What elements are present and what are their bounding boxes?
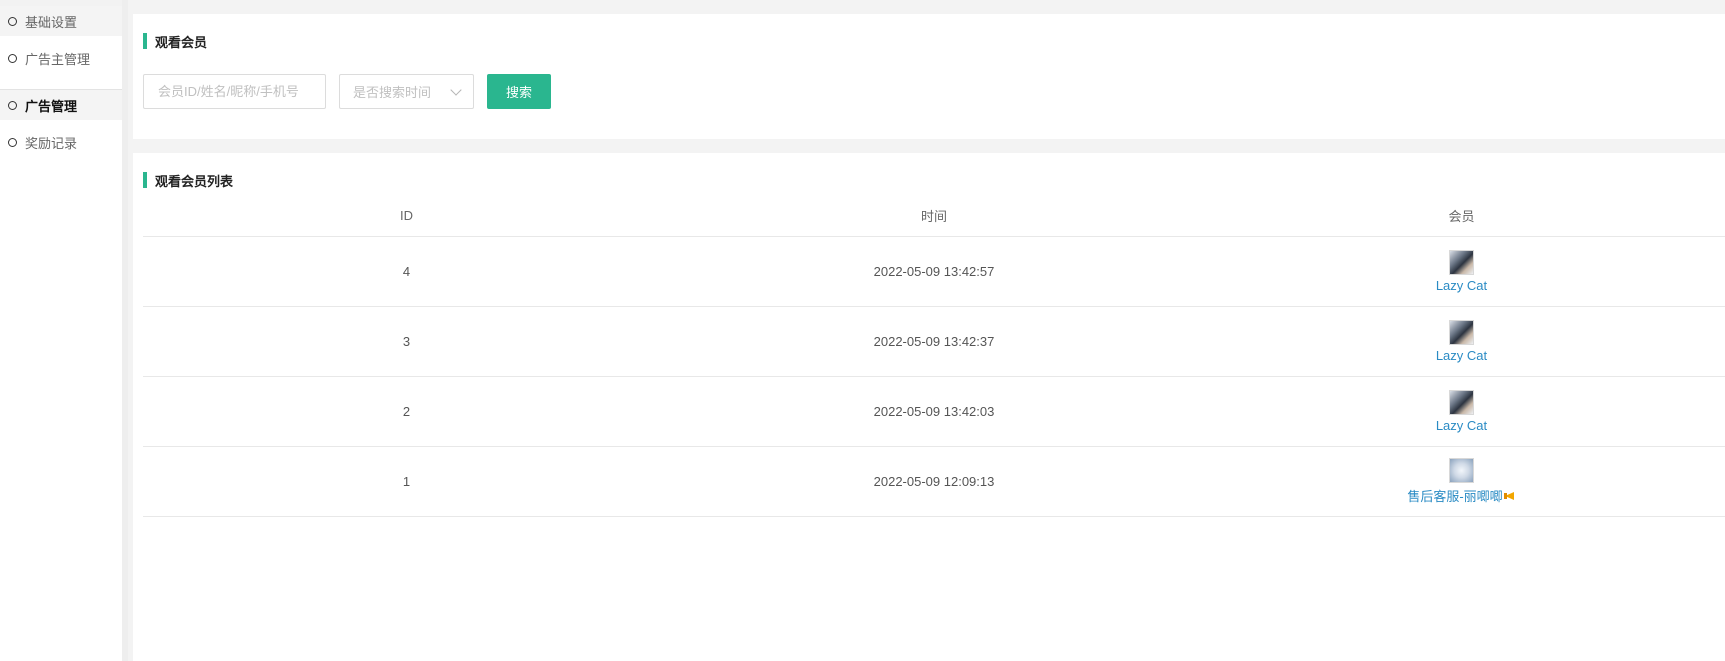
table-row: 1 2022-05-09 12:09:13 售后客服-丽唧唧 — [143, 447, 1725, 517]
sidebar-item-label: 基础设置 — [25, 14, 78, 30]
chevron-down-icon — [450, 83, 462, 96]
member-name-link[interactable]: 售后客服-丽唧唧 — [1407, 486, 1515, 505]
title-accent-bar — [143, 172, 147, 188]
search-panel: 观看会员 是否搜索时间 搜索 — [133, 14, 1725, 139]
table-row: 2 2022-05-09 13:42:03 Lazy Cat — [143, 377, 1725, 447]
search-time-select-value: 是否搜索时间 — [353, 85, 432, 100]
table-header: ID 时间 会员 — [143, 194, 1725, 237]
member-name-link[interactable]: Lazy Cat — [1436, 418, 1487, 433]
cell-id: 4 — [402, 264, 411, 279]
avatar — [1448, 250, 1474, 275]
sidebar-item-label: 广告主管理 — [25, 51, 91, 67]
cell-member: Lazy Cat — [1198, 320, 1725, 363]
member-name-link[interactable]: Lazy Cat — [1436, 348, 1487, 363]
sidebar-item-advertiser-management[interactable]: 广告主管理 — [0, 43, 123, 73]
table-row: 4 2022-05-09 13:42:57 Lazy Cat — [143, 237, 1725, 307]
cell-time: 2022-05-09 13:42:03 — [873, 404, 995, 419]
cell-time: 2022-05-09 13:42:57 — [873, 264, 995, 279]
cell-id: 1 — [402, 474, 411, 489]
cell-time: 2022-05-09 12:09:13 — [873, 474, 995, 489]
sidebar-item-label: 奖励记录 — [25, 135, 78, 151]
member-list-panel: 观看会员列表 ID 时间 会员 4 2022-05-09 13:42:57 La… — [133, 153, 1725, 661]
table-row: 3 2022-05-09 13:42:37 Lazy Cat — [143, 307, 1725, 377]
cell-member: Lazy Cat — [1198, 390, 1725, 433]
sidebar-item-basic-settings[interactable]: 基础设置 — [0, 6, 123, 36]
cell-id: 3 — [402, 334, 411, 349]
main-content: 观看会员 是否搜索时间 搜索 观看会员列表 ID 时间 会员 — [128, 0, 1725, 661]
app-window: 基础设置 广告主管理 广告管理 奖励记录 观看会员 是否搜索时间 — [0, 0, 1725, 661]
sidebar-item-ad-management[interactable]: 广告管理 — [0, 90, 123, 120]
member-name-link[interactable]: Lazy Cat — [1436, 278, 1487, 293]
avatar — [1448, 390, 1474, 415]
cell-member: Lazy Cat — [1198, 250, 1725, 293]
member-name-text: 售后客服-丽唧唧 — [1407, 489, 1503, 504]
member-table: ID 时间 会员 4 2022-05-09 13:42:57 Lazy Cat … — [143, 194, 1725, 517]
circle-outline-icon — [8, 53, 17, 63]
cell-id: 2 — [402, 404, 411, 419]
circle-outline-icon — [8, 137, 17, 147]
keyword-search-input[interactable] — [143, 74, 326, 109]
search-time-select[interactable]: 是否搜索时间 — [339, 74, 474, 109]
search-panel-title-text: 观看会员 — [155, 34, 208, 50]
column-header-id: ID — [400, 207, 413, 223]
column-header-member: 会员 — [1448, 208, 1475, 224]
sidebar-item-reward-records[interactable]: 奖励记录 — [0, 127, 123, 157]
circle-outline-icon — [8, 100, 17, 110]
search-panel-title: 观看会员 — [143, 33, 208, 50]
avatar — [1448, 458, 1474, 483]
horn-icon — [1503, 490, 1516, 502]
circle-outline-icon — [8, 16, 17, 26]
sidebar: 基础设置 广告主管理 广告管理 奖励记录 — [0, 0, 124, 661]
sidebar-item-label: 广告管理 — [25, 98, 78, 114]
title-accent-bar — [143, 33, 147, 49]
cell-time: 2022-05-09 13:42:37 — [873, 334, 995, 349]
cell-member: 售后客服-丽唧唧 — [1198, 458, 1725, 505]
avatar — [1448, 320, 1474, 345]
list-panel-title-text: 观看会员列表 — [155, 173, 234, 189]
list-panel-title: 观看会员列表 — [143, 172, 234, 189]
column-header-time: 时间 — [920, 208, 947, 224]
search-button[interactable]: 搜索 — [487, 74, 551, 109]
